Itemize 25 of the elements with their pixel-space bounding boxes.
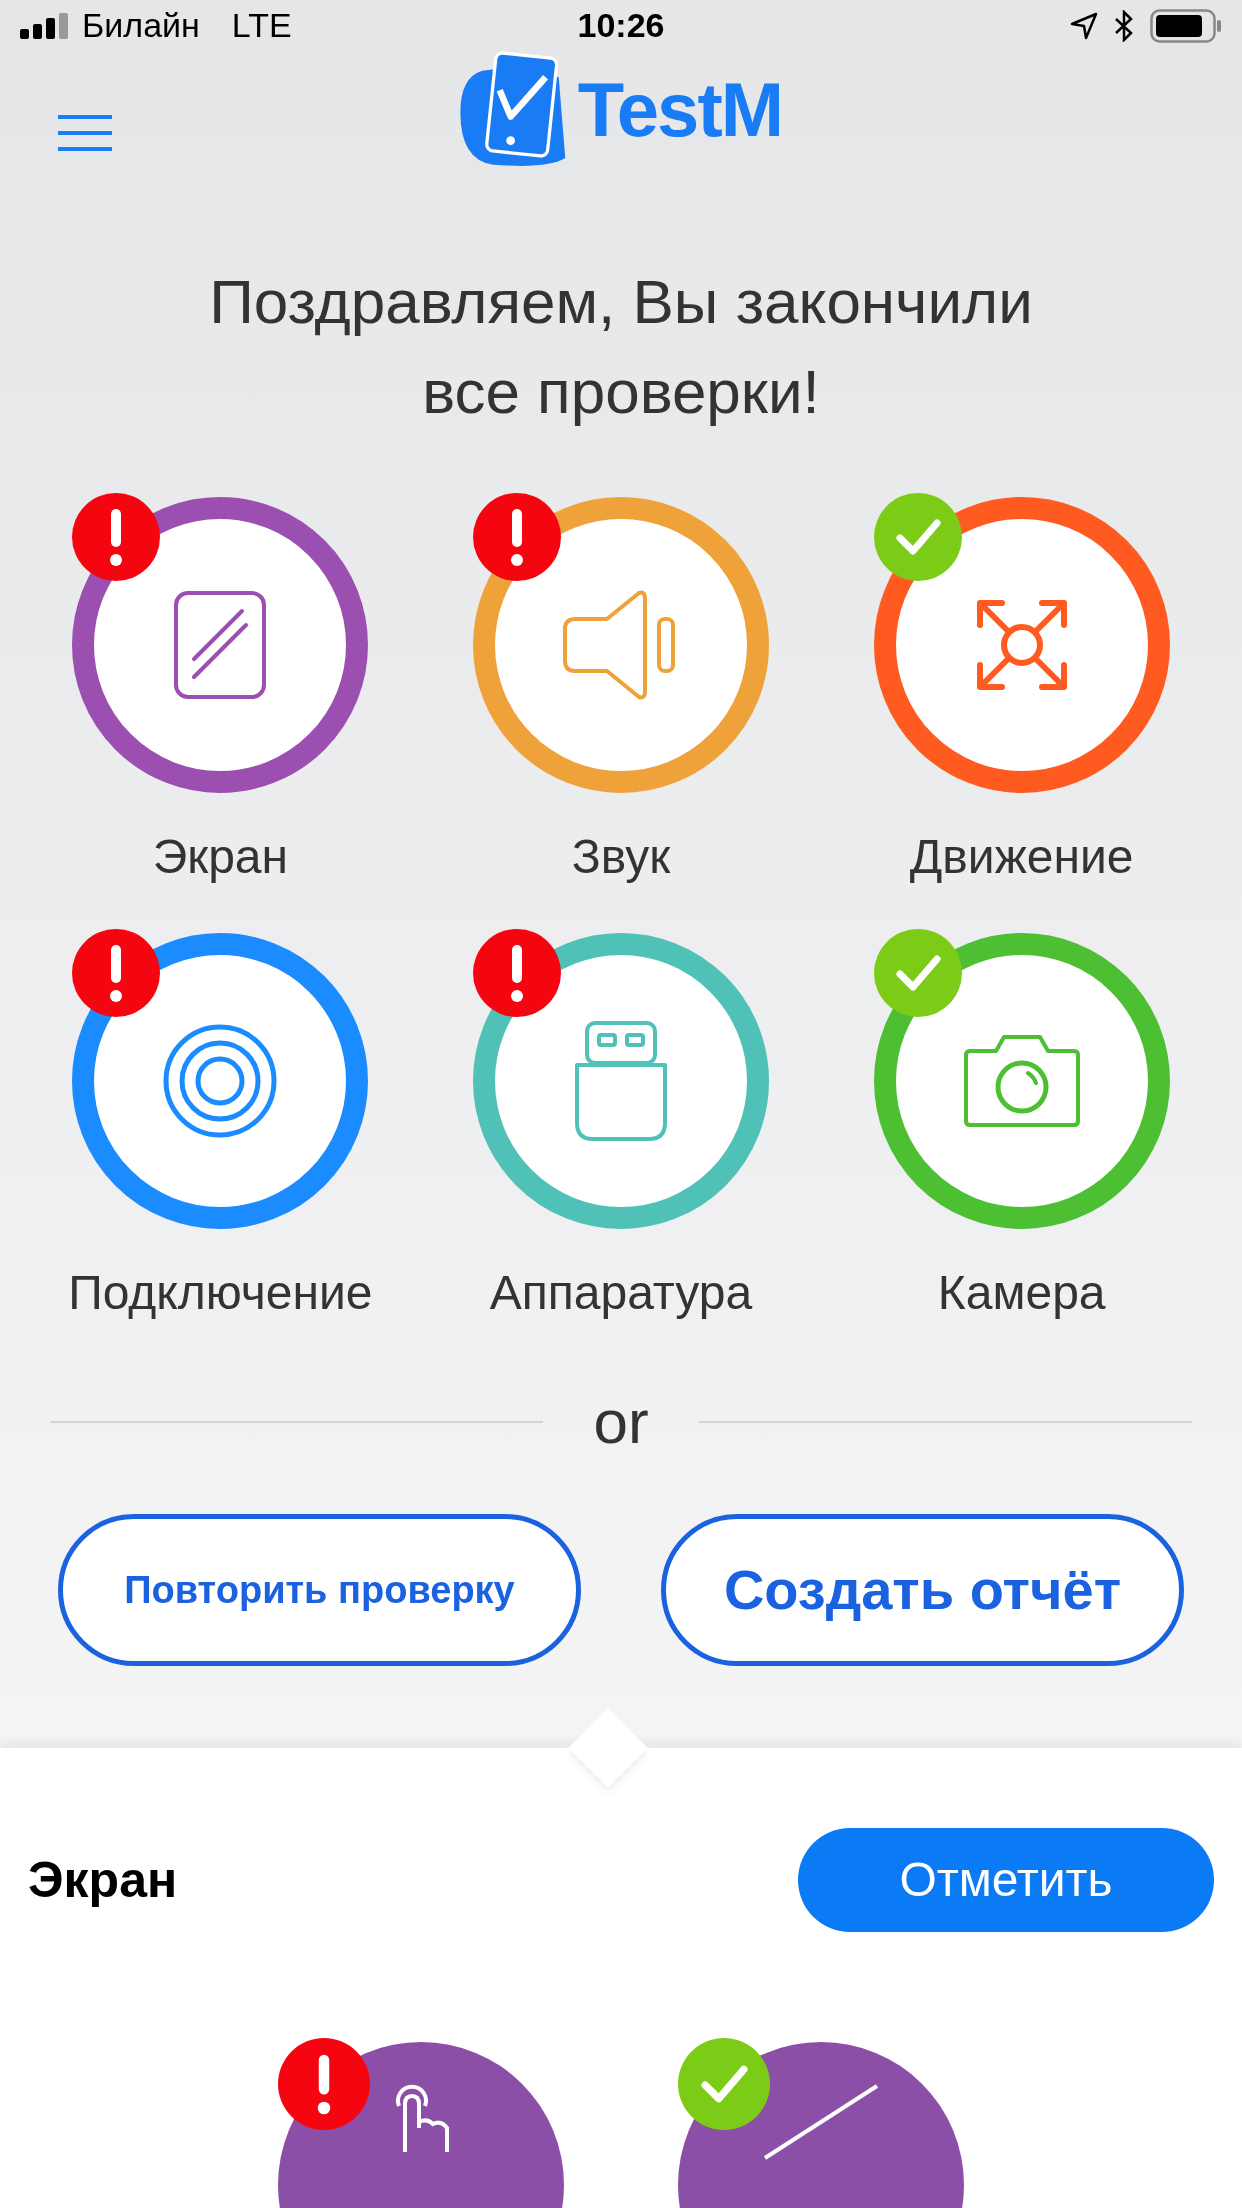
create-report-button[interactable]: Создать отчёт — [661, 1514, 1184, 1666]
bluetooth-icon — [1114, 9, 1134, 42]
usb-drive-icon — [573, 1019, 669, 1143]
section-title: Экран — [28, 1850, 178, 1910]
tablet-icon — [172, 589, 269, 701]
camera-icon — [961, 1033, 1082, 1129]
location-arrow-icon — [1070, 11, 1098, 40]
concentric-circles-icon — [162, 1023, 279, 1139]
menu-icon[interactable] — [58, 115, 112, 151]
clock-time: 10:26 — [577, 5, 665, 46]
check-category-label: Экран — [152, 829, 289, 885]
or-separator: or — [593, 1386, 649, 1458]
retry-check-button[interactable]: Повторить проверку — [58, 1514, 581, 1666]
congratulations-heading: Поздравляем, Вы закончили все проверки! — [208, 266, 1034, 428]
check-category-label: Звук — [571, 829, 671, 885]
battery-icon — [1150, 8, 1222, 43]
network-type: LTE — [231, 5, 292, 46]
mark-button[interactable]: Отметить — [798, 1828, 1214, 1932]
app-logo-text: TestM — [577, 66, 783, 154]
check-category-label: Подключение — [68, 1265, 373, 1321]
check-category-label: Аппаратура — [489, 1265, 753, 1321]
check-category-label: Камера — [937, 1265, 1106, 1321]
carrier-name: Билайн — [82, 5, 200, 46]
check-category-label: Движение — [909, 829, 1134, 885]
diagonal-line-icon — [761, 2082, 881, 2162]
